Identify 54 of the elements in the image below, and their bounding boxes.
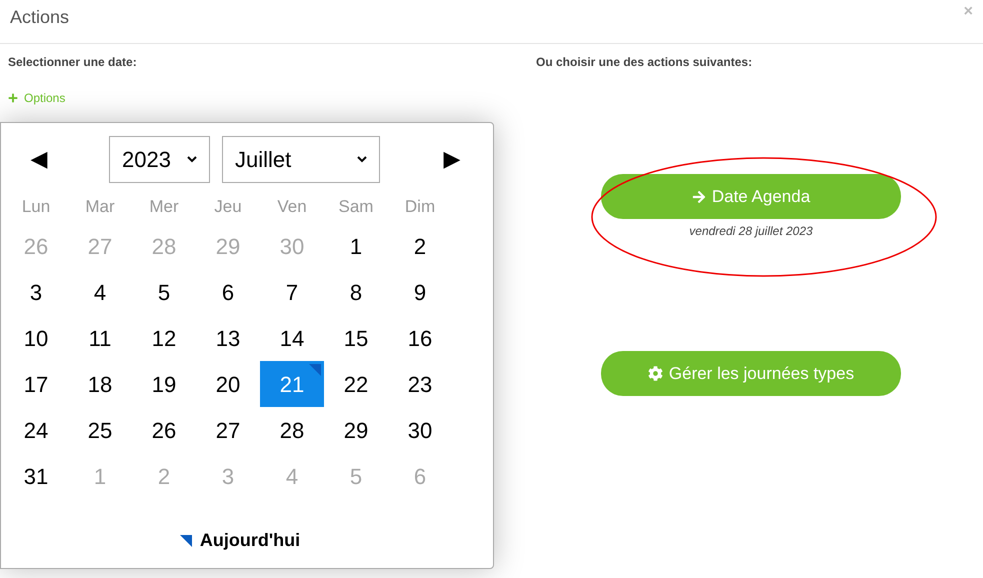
section-label: Selectionner une date: (8, 54, 138, 71)
day-cell[interactable]: 9 (388, 269, 452, 315)
today-legend-icon (180, 534, 192, 546)
month-select[interactable]: Juillet (222, 136, 380, 182)
day-cell[interactable]: 22 (324, 361, 388, 407)
weekday-label: Mar (84, 196, 116, 218)
day-cell[interactable]: 19 (132, 361, 196, 407)
day-cell[interactable]: 16 (388, 315, 452, 361)
day-cell[interactable]: 23 (388, 361, 452, 407)
weekday-label: Sam (338, 196, 374, 218)
weekday-label: Ven (276, 196, 308, 218)
day-cell[interactable]: 29 (324, 407, 388, 453)
day-cell[interactable]: 31 (4, 453, 68, 499)
today-legend: Aujourd'hui (200, 527, 300, 554)
day-cell[interactable]: 6 (196, 269, 260, 315)
day-cell[interactable]: 26 (132, 407, 196, 453)
day-cell[interactable]: 27 (196, 407, 260, 453)
day-cell[interactable]: 5 (132, 269, 196, 315)
next-month-button[interactable]: ▶ (440, 148, 464, 170)
day-cell[interactable]: 21 (260, 361, 324, 407)
day-cell[interactable]: 28 (260, 407, 324, 453)
day-cell[interactable]: 12 (132, 315, 196, 361)
year-select[interactable]: 2023 (109, 136, 210, 182)
day-cell[interactable]: 25 (68, 407, 132, 453)
day-cell[interactable]: 24 (4, 407, 68, 453)
previous-month-button[interactable]: ◀ (27, 148, 51, 170)
today-corner-icon (309, 364, 321, 376)
settings-icon (648, 366, 663, 381)
dialog-title: Actions (10, 6, 70, 29)
day-cell[interactable]: 10 (4, 315, 68, 361)
day-cell[interactable]: 18 (68, 361, 132, 407)
day-cell[interactable]: 7 (260, 269, 324, 315)
plus-icon (8, 93, 18, 103)
chevron-icon (187, 156, 197, 162)
weekday-label: Lun (20, 196, 52, 218)
weekday-label: Mer (148, 196, 180, 218)
day-cell[interactable]: 1 (324, 223, 388, 269)
weekday-label: Dim (404, 196, 436, 218)
day-cell[interactable]: 2 (388, 223, 452, 269)
day-cell[interactable]: 8 (324, 269, 388, 315)
day-cell[interactable]: 11 (68, 315, 132, 361)
weekday-label: Jeu (213, 196, 243, 218)
arrow-right-icon (692, 190, 706, 204)
day-cell[interactable]: 20 (196, 361, 260, 407)
day-cell[interactable]: 15 (324, 315, 388, 361)
section-label: Ou choisir une des actions suivantes: (536, 54, 754, 71)
chevron-icon (357, 156, 367, 162)
day-cell[interactable]: 30 (388, 407, 452, 453)
day-cell[interactable]: 4 (68, 269, 132, 315)
day-cell[interactable]: 14 (260, 315, 324, 361)
day-cell[interactable]: 3 (4, 269, 68, 315)
action-date-note: vendredi 28 juillet 2023 (689, 223, 813, 240)
day-cell[interactable]: 13 (196, 315, 260, 361)
day-cell[interactable]: 17 (4, 361, 68, 407)
